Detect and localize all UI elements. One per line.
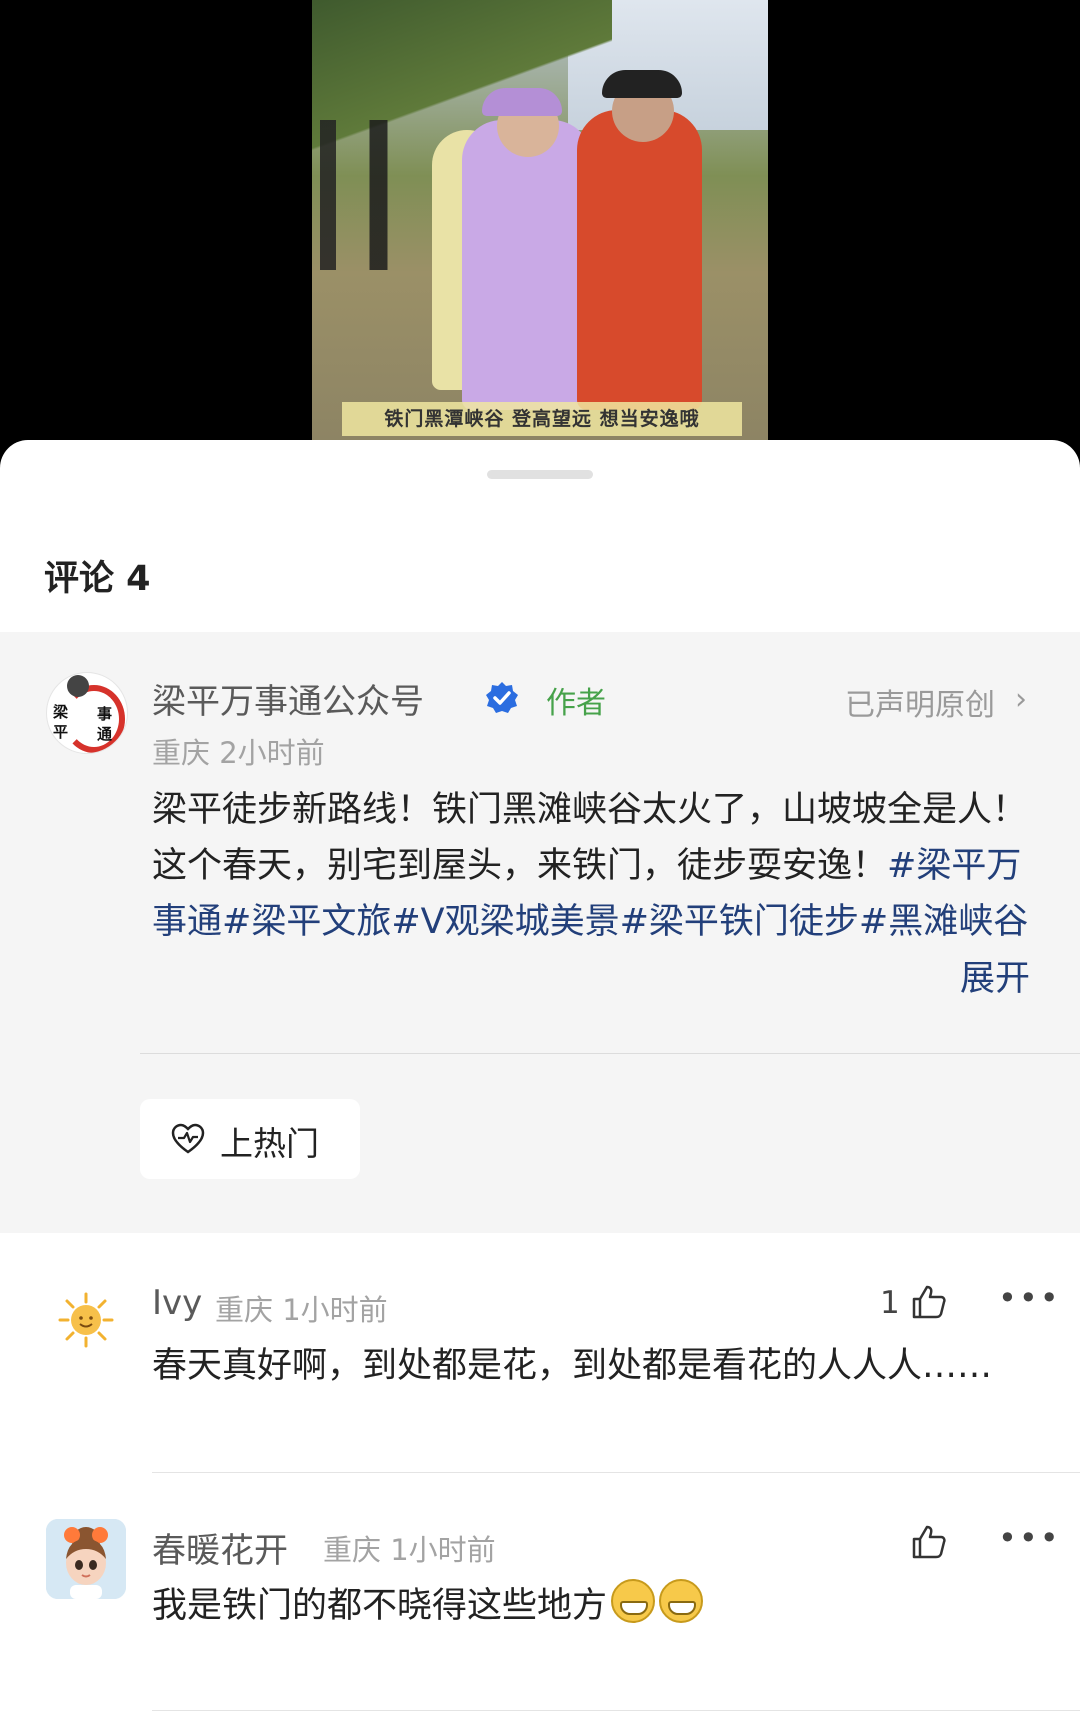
comment-meta: 重庆 1小时前 <box>215 1287 388 1329</box>
video-subtitle: 铁门黑潭峡谷 登高望远 想当安逸哦 <box>342 402 742 436</box>
more-options-icon[interactable]: ••• <box>998 1519 1061 1557</box>
comments-title: 评论 4 <box>44 559 151 599</box>
girl-avatar[interactable] <box>46 1519 126 1599</box>
chevron-right-icon[interactable]: › <box>1015 682 1027 717</box>
divider <box>140 1053 1080 1054</box>
commenter-name[interactable]: Ivy <box>152 1283 202 1323</box>
comment-body: 我是铁门的都不晓得这些地方 <box>152 1586 608 1626</box>
background-hikers <box>320 120 410 270</box>
avatar-char: 事 <box>97 705 113 723</box>
verified-badge-icon <box>486 682 518 713</box>
heart-pulse-icon <box>171 1123 205 1154</box>
comment-meta: 重庆 1小时前 <box>323 1527 496 1569</box>
thumbs-up-icon[interactable] <box>910 1523 948 1561</box>
person-lavender <box>462 120 592 410</box>
person-red <box>577 110 702 410</box>
comment-text: 春天真好啊，到处都是花，到处都是看花的人人人…… <box>152 1346 993 1386</box>
like-count: 1 <box>880 1285 900 1321</box>
comment-location: 重庆 <box>323 1533 382 1567</box>
visor-cap <box>482 88 562 116</box>
grin-emoji-icon <box>659 1579 704 1623</box>
comment-text: 我是铁门的都不晓得这些地方 <box>152 1577 1032 1635</box>
comment-item: Ivy 重庆 1小时前 1 ••• 春天真好啊，到处都是花，到处都是看花的人人人… <box>0 1233 1080 1473</box>
video-player[interactable]: 铁门黑潭峡谷 登高望远 想当安逸哦 <box>0 0 1080 460</box>
boost-label: 上热门 <box>220 1124 319 1163</box>
comment-sheet: 评论 4 梁 平 事 通 梁平万事通公众号 作者 已声明原创 › 重庆 2小时前… <box>0 440 1080 1711</box>
expand-link[interactable]: 展开 <box>960 950 1030 1001</box>
author-location: 重庆 <box>152 736 211 770</box>
avatar-char: 平 <box>53 723 69 741</box>
author-post-text: 梁平徒步新路线！铁门黑滩峡谷太火了，山坡坡全是人！这个春天，别宅到屋头，来铁门，… <box>152 782 1032 950</box>
logo-face <box>67 675 89 697</box>
comment-time: 1小时前 <box>390 1533 496 1567</box>
avatar-char: 通 <box>97 725 113 743</box>
comment-time: 1小时前 <box>282 1293 388 1327</box>
avatar-char: 梁 <box>53 703 69 721</box>
boost-button[interactable]: 上热门 <box>140 1099 360 1179</box>
commenter-name[interactable]: 春暖花开 <box>152 1523 288 1572</box>
author-avatar[interactable]: 梁 平 事 通 <box>46 672 128 754</box>
author-tag: 作者 <box>546 686 606 721</box>
thumbs-up-icon[interactable] <box>910 1283 948 1321</box>
author-meta: 重庆 2小时前 <box>152 730 325 772</box>
author-time: 2小时前 <box>219 736 325 770</box>
author-comment: 梁 平 事 通 梁平万事通公众号 作者 已声明原创 › 重庆 2小时前 梁平徒步… <box>0 632 1080 1233</box>
more-options-icon[interactable]: ••• <box>998 1279 1061 1317</box>
comment-item: 春暖花开 重庆 1小时前 ••• 我是铁门的都不晓得这些地方 <box>0 1473 1080 1711</box>
comment-location: 重庆 <box>215 1293 274 1327</box>
original-declared-link[interactable]: 已声明原创 <box>845 680 995 724</box>
video-frame: 铁门黑潭峡谷 登高望远 想当安逸哦 <box>312 0 768 440</box>
grin-emoji-icon <box>611 1579 656 1623</box>
sun-icon[interactable] <box>46 1280 126 1360</box>
author-name[interactable]: 梁平万事通公众号 <box>152 674 424 723</box>
drag-handle[interactable] <box>487 470 593 479</box>
black-cap <box>602 70 682 98</box>
